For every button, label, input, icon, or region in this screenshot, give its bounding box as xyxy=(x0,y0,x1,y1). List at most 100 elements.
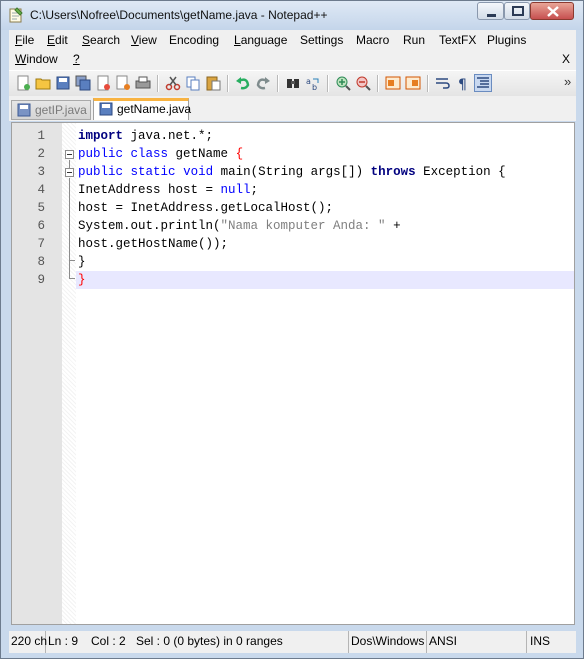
code-line[interactable]: import java.net.*; xyxy=(76,127,574,145)
menu-window[interactable]: Window xyxy=(15,52,58,66)
menu-macro[interactable]: Macro xyxy=(356,33,389,47)
line-number: 1 xyxy=(37,129,45,143)
editor-pane[interactable]: 123456789 import java.net.*; public class… xyxy=(11,122,575,625)
code-token: main(String args[]) xyxy=(213,165,371,179)
close-document-button[interactable]: X xyxy=(562,52,570,66)
window-title: C:\Users\Nofree\Documents\getName.java -… xyxy=(30,8,328,22)
print-icon[interactable] xyxy=(135,75,151,91)
close-window-button[interactable] xyxy=(530,2,574,20)
code-line[interactable]: public class getName { xyxy=(76,145,574,163)
code-line[interactable]: public static void main(String args[]) t… xyxy=(76,163,574,181)
code-token: class xyxy=(130,147,169,161)
status-selection: Sel : 0 (0 bytes) in 0 ranges xyxy=(133,631,349,653)
word-wrap-icon[interactable] xyxy=(435,75,451,91)
title-bar: C:\Users\Nofree\Documents\getName.java -… xyxy=(1,1,583,30)
close-all-icon[interactable] xyxy=(115,75,131,91)
code-token: host.getHostName()); xyxy=(78,237,229,251)
save-icon[interactable] xyxy=(55,75,71,91)
minimize-button[interactable] xyxy=(477,2,504,20)
code-token: } xyxy=(78,273,86,287)
toolbar-overflow-button[interactable]: » xyxy=(564,74,571,89)
undo-icon[interactable] xyxy=(235,75,251,91)
code-line[interactable]: InetAddress host = null; xyxy=(76,181,574,199)
maximize-icon xyxy=(512,6,524,16)
toolbar-separator xyxy=(327,75,329,92)
tab-getname-java[interactable]: getName.java xyxy=(93,98,191,120)
tab-bar: getIP.java getName.java xyxy=(9,96,576,121)
new-file-icon[interactable] xyxy=(15,75,31,91)
code-token: { xyxy=(235,147,244,161)
code-line[interactable]: } xyxy=(76,253,574,271)
fold-toggle[interactable] xyxy=(65,150,74,159)
menu-run[interactable]: Run xyxy=(403,33,425,47)
menu-help[interactable]: ? xyxy=(73,52,80,66)
tab-getip-java[interactable]: getIP.java xyxy=(11,100,91,120)
line-number: 5 xyxy=(37,201,45,215)
show-all-chars-icon[interactable]: ¶ xyxy=(455,75,471,91)
code-text: } xyxy=(78,253,86,271)
svg-text:b: b xyxy=(312,83,317,91)
toolbar-separator xyxy=(377,75,379,92)
code-line[interactable]: } xyxy=(76,271,574,289)
menu-textfx[interactable]: TextFX xyxy=(439,33,476,47)
code-text: public class getName { xyxy=(78,145,243,163)
cut-icon[interactable] xyxy=(165,75,181,91)
code-text: public static void main(String args[]) t… xyxy=(78,163,506,181)
code-text: host = InetAddress.getLocalHost(); xyxy=(78,199,333,217)
fold-toggle[interactable] xyxy=(65,168,74,177)
line-number: 6 xyxy=(37,219,45,233)
code-line[interactable]: System.out.println("Nama komputer Anda: … xyxy=(76,217,574,235)
notepad-app-icon xyxy=(9,7,23,23)
menu-bar: File Edit Search View Encoding Language … xyxy=(9,30,576,70)
sync-vertical-icon[interactable] xyxy=(385,75,401,91)
status-eol-format: Dos\Windows xyxy=(349,631,427,653)
menu-encoding[interactable]: Encoding xyxy=(169,33,219,47)
zoom-in-icon[interactable] xyxy=(335,75,351,91)
maximize-button[interactable] xyxy=(504,2,530,20)
status-encoding: ANSI xyxy=(427,631,527,653)
paste-icon[interactable] xyxy=(205,75,221,91)
redo-icon[interactable] xyxy=(255,75,271,91)
status-bar: 220 ch Ln : 9 Col : 2 Sel : 0 (0 bytes) … xyxy=(9,631,576,653)
line-number: 3 xyxy=(37,165,45,179)
menu-file[interactable]: File xyxy=(15,33,34,47)
menu-language[interactable]: Language xyxy=(234,33,287,47)
line-number: 2 xyxy=(37,147,45,161)
zoom-out-icon[interactable] xyxy=(355,75,371,91)
find-icon[interactable] xyxy=(285,75,301,91)
code-line[interactable]: host.getHostName()); xyxy=(76,235,574,253)
menu-search[interactable]: Search xyxy=(82,33,120,47)
status-char-count: 220 ch xyxy=(9,631,47,653)
code-token: static xyxy=(130,165,176,179)
code-token: null xyxy=(220,183,251,197)
toolbar-separator xyxy=(427,75,429,92)
code-line[interactable]: host = InetAddress.getLocalHost(); xyxy=(76,199,574,217)
menu-settings[interactable]: Settings xyxy=(300,33,343,47)
sync-horizontal-icon[interactable] xyxy=(405,75,421,91)
indent-guide-icon[interactable] xyxy=(474,74,492,92)
code-area[interactable]: import java.net.*; public class getName {… xyxy=(76,123,574,624)
code-text: System.out.println("Nama komputer Anda: … xyxy=(78,217,401,235)
menu-plugins[interactable]: Plugins xyxy=(487,33,526,47)
copy-icon[interactable] xyxy=(185,75,201,91)
menu-edit[interactable]: Edit xyxy=(47,33,68,47)
open-file-icon[interactable] xyxy=(35,75,51,91)
svg-text:¶: ¶ xyxy=(458,77,467,91)
fold-end-marker xyxy=(69,278,75,279)
code-text: InetAddress host = null; xyxy=(78,181,258,199)
code-text: import java.net.*; xyxy=(78,127,213,145)
menu-view[interactable]: View xyxy=(131,33,157,47)
code-token: Exception { xyxy=(415,165,506,179)
status-insert-mode: INS xyxy=(530,634,551,648)
close-file-icon[interactable] xyxy=(95,75,111,91)
minimize-icon xyxy=(487,14,496,17)
code-token: public xyxy=(78,147,124,161)
replace-icon[interactable]: ab xyxy=(305,75,321,91)
saved-file-icon xyxy=(99,102,113,116)
code-token: import xyxy=(78,129,124,143)
toolbar-separator xyxy=(157,75,159,92)
save-all-icon[interactable] xyxy=(75,75,91,91)
